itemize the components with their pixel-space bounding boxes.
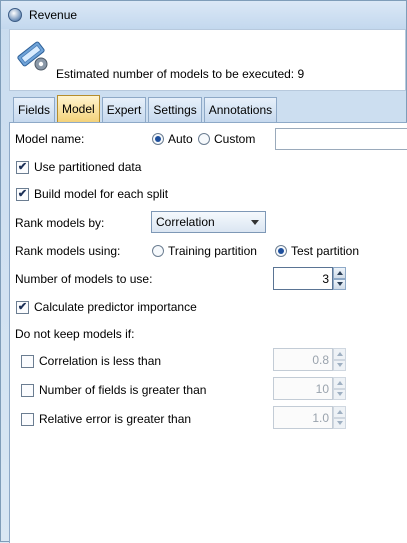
rel-error-spin-buttons (333, 406, 346, 429)
estimate-text: Estimated number of models to be execute… (56, 67, 305, 81)
correlation-less-option[interactable]: ✔ Correlation is less than (21, 352, 161, 370)
rank-by-dropdown[interactable]: Correlation (151, 211, 266, 233)
increment-icon[interactable] (333, 267, 346, 279)
chevron-down-icon (251, 220, 259, 225)
node-header: Estimated number of models to be execute… (9, 29, 406, 91)
fields-greater-checkbox[interactable]: ✔ (21, 383, 34, 397)
tab-settings[interactable]: Settings (148, 97, 202, 122)
title-bar[interactable]: Revenue (1, 1, 406, 29)
fields-greater-stepper[interactable]: 10 (273, 377, 346, 400)
rank-using-label: Rank models using: (15, 244, 121, 258)
tab-model[interactable]: Model (57, 95, 100, 122)
num-models-field[interactable]: 3 (273, 267, 333, 290)
num-models-label: Number of models to use: (15, 272, 153, 286)
model-panel: Model name: Auto Custom ✔ Use partitione… (9, 122, 407, 543)
decrement-icon[interactable] (333, 278, 346, 290)
fields-greater-option[interactable]: ✔ Number of fields is greater than (21, 381, 206, 399)
use-partitioned-checkbox[interactable]: ✔ (16, 160, 29, 174)
test-partition-label: Test partition (291, 244, 360, 258)
num-models-row: Number of models to use: (15, 270, 152, 288)
tab-annotations[interactable]: Annotations (203, 97, 278, 122)
rel-error-field[interactable]: 1.0 (273, 406, 333, 429)
auto-label: Auto (168, 132, 193, 146)
build-each-split-label: Build model for each split (34, 187, 169, 201)
rank-by-row: Rank models by: (15, 214, 104, 232)
test-partition-radio[interactable] (275, 245, 287, 257)
correlation-less-stepper[interactable]: 0.8 (273, 348, 346, 371)
decrement-icon[interactable] (333, 388, 346, 400)
correlation-less-checkbox[interactable]: ✔ (21, 354, 34, 368)
build-each-split-option[interactable]: ✔ Build model for each split (16, 185, 168, 203)
rank-by-label: Rank models by: (15, 216, 105, 230)
tab-fields[interactable]: Fields (13, 97, 56, 122)
num-models-spin-buttons (333, 267, 346, 290)
decrement-icon[interactable] (333, 417, 346, 429)
training-partition-radio[interactable] (152, 245, 164, 257)
model-name-input[interactable] (275, 128, 407, 150)
decrement-icon[interactable] (333, 359, 346, 371)
tab-expert[interactable]: Expert (101, 97, 147, 122)
model-node-icon (17, 41, 48, 71)
rel-error-label: Relative error is greater than (39, 412, 192, 426)
model-name-row: Model name: (15, 129, 84, 149)
rel-error-option[interactable]: ✔ Relative error is greater than (21, 410, 191, 428)
training-partition-option[interactable]: Training partition (152, 242, 257, 260)
fields-greater-label: Number of fields is greater than (39, 383, 207, 397)
do-not-keep-row: Do not keep models if: (15, 325, 134, 343)
num-models-stepper[interactable]: 3 (273, 267, 346, 290)
increment-icon[interactable] (333, 377, 346, 389)
model-name-custom-option[interactable]: Custom (198, 129, 255, 149)
window-title: Revenue (29, 8, 78, 22)
use-partitioned-option[interactable]: ✔ Use partitioned data (16, 158, 141, 176)
custom-radio[interactable] (198, 133, 210, 145)
tab-bar: Fields Model Expert Settings Annotations (13, 95, 278, 122)
increment-icon[interactable] (333, 348, 346, 360)
dialog-window: Revenue Estimated number of models to be… (0, 0, 407, 543)
calc-importance-option[interactable]: ✔ Calculate predictor importance (16, 298, 197, 316)
calc-importance-checkbox[interactable]: ✔ (16, 300, 29, 314)
correlation-less-spin-buttons (333, 348, 346, 371)
correlation-less-field[interactable]: 0.8 (273, 348, 333, 371)
auto-radio[interactable] (152, 133, 164, 145)
use-partitioned-label: Use partitioned data (34, 160, 142, 174)
model-name-auto-option[interactable]: Auto (152, 129, 193, 149)
test-partition-option[interactable]: Test partition (275, 242, 359, 260)
training-partition-label: Training partition (168, 244, 257, 258)
build-each-split-checkbox[interactable]: ✔ (16, 187, 29, 201)
model-name-label: Model name: (15, 132, 85, 146)
fields-greater-spin-buttons (333, 377, 346, 400)
fields-greater-field[interactable]: 10 (273, 377, 333, 400)
correlation-less-label: Correlation is less than (39, 354, 162, 368)
rank-by-value: Correlation (156, 215, 215, 229)
calc-importance-label: Calculate predictor importance (34, 300, 197, 314)
do-not-keep-label: Do not keep models if: (15, 327, 135, 341)
rel-error-checkbox[interactable]: ✔ (21, 412, 34, 426)
rank-using-row: Rank models using: (15, 242, 120, 260)
custom-label: Custom (214, 132, 256, 146)
rel-error-stepper[interactable]: 1.0 (273, 406, 346, 429)
increment-icon[interactable] (333, 406, 346, 418)
spss-modeler-icon (8, 8, 22, 22)
